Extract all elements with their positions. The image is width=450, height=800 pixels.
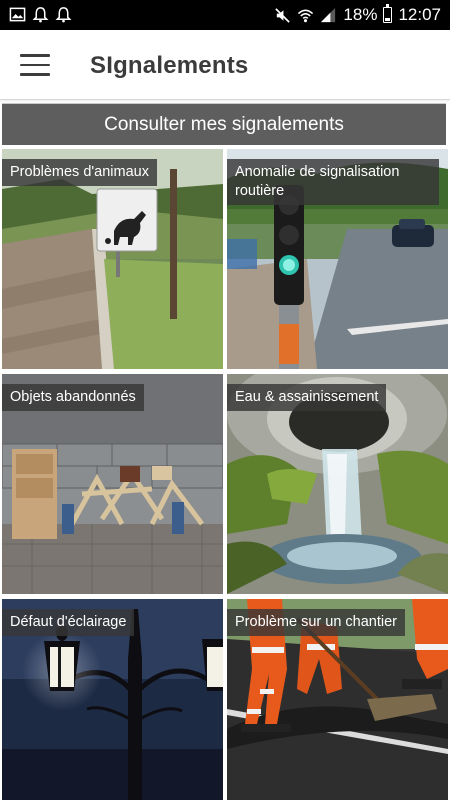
bell-outline-icon (55, 7, 72, 23)
bell-icon (32, 7, 49, 23)
wifi-icon (298, 9, 314, 22)
mute-icon (275, 7, 291, 23)
image-icon (9, 7, 26, 22)
consult-reports-button[interactable]: Consulter mes signalements (2, 103, 446, 145)
system-icons: 18% 12:07 (274, 4, 441, 25)
category-label: Anomalie de signalisation routière (227, 159, 439, 205)
signal-icon (321, 7, 336, 22)
category-tile-construction[interactable]: Problème sur un chantier (227, 599, 448, 800)
category-tile-abandoned-objects[interactable]: Objets abandonnés (2, 374, 223, 594)
category-label: Eau & assainissement (227, 384, 387, 411)
category-grid: Problèmes d'animaux Anomalie de signalis… (2, 149, 448, 800)
category-tile-water-sanitation[interactable]: Eau & assainissement (227, 374, 448, 594)
notification-icons (9, 6, 72, 23)
category-label: Problèmes d'animaux (2, 159, 157, 186)
category-tile-animals[interactable]: Problèmes d'animaux (2, 149, 223, 369)
page-title: SIgnalements (90, 52, 249, 79)
status-bar: 18% 12:07 (0, 0, 450, 30)
category-tile-lighting[interactable]: Défaut d'éclairage (2, 599, 223, 800)
battery-icon (383, 4, 393, 23)
category-label: Problème sur un chantier (227, 609, 405, 636)
battery-percent: 18% (343, 5, 378, 24)
category-tile-road-signs[interactable]: Anomalie de signalisation routière (227, 149, 448, 369)
clock: 12:07 (398, 5, 441, 24)
category-label: Objets abandonnés (2, 384, 144, 411)
category-label: Défaut d'éclairage (2, 609, 135, 636)
app-bar: SIgnalements (0, 30, 450, 100)
hamburger-menu-icon[interactable] (14, 48, 56, 82)
